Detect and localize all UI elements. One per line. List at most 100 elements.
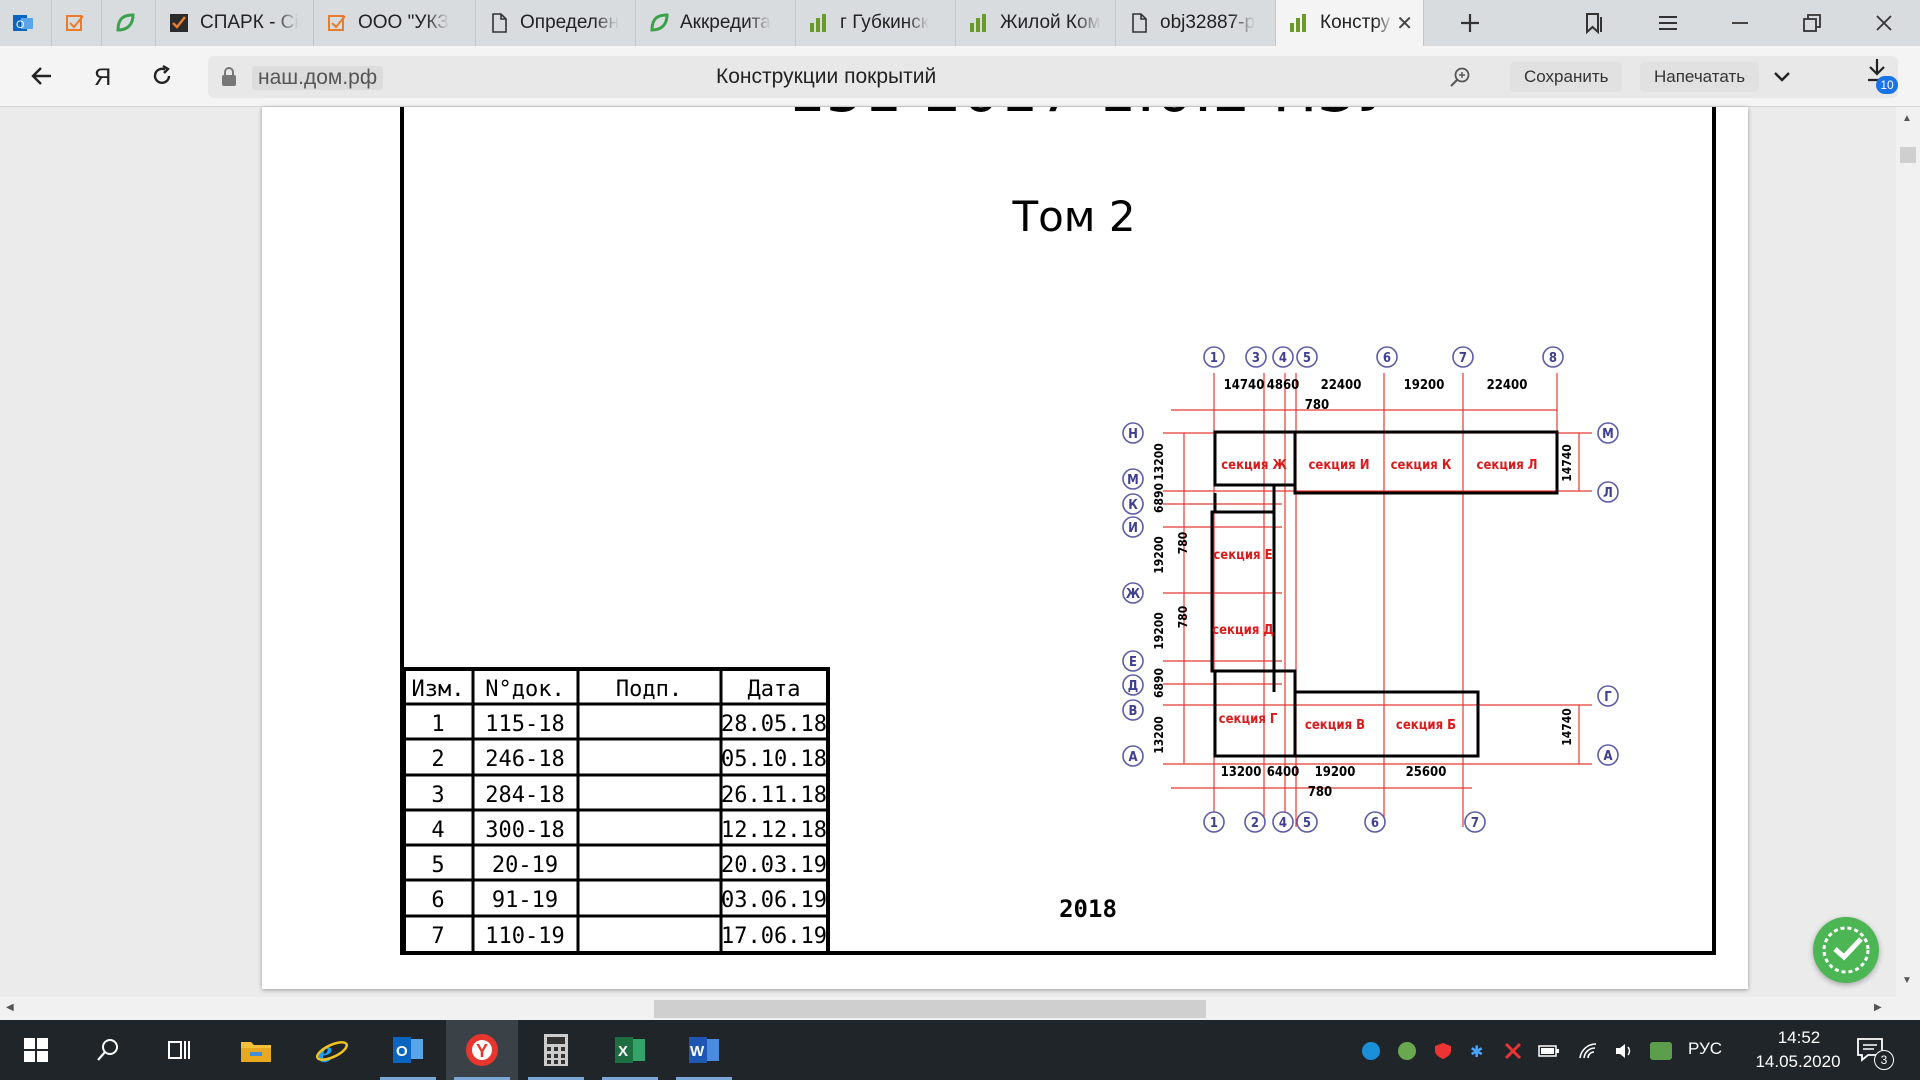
outlook-icon: O (12, 12, 34, 34)
taskbar-yandex-browser[interactable]: Y (446, 1020, 518, 1080)
tab-zhiloy[interactable]: Жилой Ком (956, 0, 1116, 46)
restore-button[interactable] (1784, 0, 1840, 46)
notifications-button[interactable]: 3 (1856, 1036, 1896, 1070)
taskbar-outlook[interactable]: O (372, 1020, 444, 1080)
axis-label: 1 (1210, 816, 1218, 831)
green-leaf-icon (114, 12, 136, 34)
tab-bar: O СПАРК - Сі ООО "УКЗ Определен Аккредит… (0, 0, 1920, 46)
tab-leaf[interactable] (102, 0, 156, 46)
kaspersky-icon[interactable] (1504, 1042, 1522, 1060)
svg-text:O: O (396, 1043, 408, 1060)
more-actions-button[interactable] (1770, 65, 1794, 94)
tab-opredelen[interactable]: Определен (476, 0, 636, 46)
close-window-button[interactable] (1856, 0, 1912, 46)
scroll-left-icon[interactable]: ◀ (6, 1002, 14, 1013)
globe-icon[interactable] (1398, 1042, 1416, 1060)
document-code: "151-2017-1.0.2-ПЗУ" (760, 107, 1420, 126)
horizontal-scroll-thumb[interactable] (654, 1000, 1206, 1018)
tab-label: г Губкинск (840, 12, 930, 33)
reload-button[interactable] (140, 54, 184, 98)
tab-obj[interactable]: obj32887-p (1116, 0, 1276, 46)
checkbox-icon (326, 12, 348, 34)
svg-text:e: e (318, 1033, 332, 1067)
axis-label: 4 (1279, 351, 1287, 366)
spark-icon (168, 12, 190, 34)
tab-label: Аккредита (680, 12, 771, 33)
sberbank-widget[interactable] (1813, 917, 1879, 983)
address-bar[interactable]: наш.дом.рф Конструкции покрытий Сохранит… (208, 56, 1898, 98)
taskbar-calculator[interactable] (520, 1020, 592, 1080)
section-label: секция В (1305, 718, 1365, 733)
tab-akkredit[interactable]: Аккредита (636, 0, 796, 46)
search-button[interactable] (72, 1020, 144, 1080)
dimension-label: 22400 (1321, 378, 1362, 393)
dimension-label: 6890 (1152, 483, 1166, 513)
yandex-home-button[interactable]: Я (80, 54, 124, 98)
table-cell: 17.06.19 (721, 924, 827, 949)
zoom-search-button[interactable] (1448, 65, 1472, 94)
table-cell: 246-18 (485, 747, 564, 772)
menu-button[interactable] (1640, 0, 1696, 46)
section-label: секция Д (1212, 623, 1274, 638)
horizontal-scrollbar[interactable]: ◀ ▶ (0, 997, 1896, 1020)
downloads-button[interactable]: 10 (1862, 56, 1902, 96)
volume-title: Том 2 (1011, 192, 1135, 241)
url-domain[interactable]: наш.дом.рф (252, 66, 384, 90)
axis-label: 1 (1210, 351, 1218, 366)
shield-icon[interactable] (1434, 1042, 1452, 1060)
taskbar-word[interactable]: W (668, 1020, 740, 1080)
axis-label: 3 (1252, 351, 1260, 366)
dimension-label: 22400 (1487, 378, 1528, 393)
axis-label: Г (1604, 690, 1612, 705)
scroll-right-icon[interactable]: ▶ (1874, 1002, 1882, 1013)
downloads-badge: 10 (1876, 76, 1898, 94)
scroll-up-icon[interactable]: ▲ (1902, 113, 1912, 124)
tab-label: Жилой Ком (1000, 12, 1101, 33)
tab-konstru-active[interactable]: Констру ✕ (1276, 0, 1424, 46)
skype-icon[interactable] (1362, 1042, 1380, 1060)
clock-time[interactable]: 14:52 (1752, 1028, 1846, 1048)
start-button[interactable] (0, 1020, 72, 1080)
pdf-viewer[interactable]: "151-2017-1.0.2-ПЗУ" Том 2 2018 Изм. N°д… (0, 107, 1920, 1020)
save-button[interactable]: Сохранить (1510, 62, 1623, 92)
vertical-scrollbar[interactable]: ▲ ▼ (1896, 107, 1920, 1020)
axis-label: И (1128, 521, 1138, 536)
language-indicator[interactable]: РУС (1688, 1039, 1722, 1059)
bar-chart-icon (1288, 12, 1310, 34)
sberbank-tray-icon[interactable] (1650, 1042, 1672, 1060)
tab-gubkinsk[interactable]: г Губкинск (796, 0, 956, 46)
bookmarks-icon (1586, 13, 1602, 35)
axis-label: Н (1128, 427, 1138, 442)
back-button[interactable] (20, 54, 64, 98)
task-view-button[interactable] (144, 1020, 216, 1080)
tab-outlook[interactable]: O (0, 0, 52, 46)
reload-icon (153, 64, 171, 85)
battery-icon[interactable] (1538, 1042, 1559, 1060)
axis-label: Д (1128, 679, 1138, 694)
windows-start-icon (24, 1038, 48, 1062)
wifi-icon[interactable] (1578, 1042, 1597, 1060)
taskbar-file-explorer[interactable] (220, 1020, 292, 1080)
new-tab-button[interactable] (1442, 0, 1498, 46)
tab-checkbox[interactable] (52, 0, 102, 46)
minimize-icon (1732, 22, 1748, 24)
volume-icon[interactable] (1614, 1042, 1632, 1060)
table-cell: 6 (431, 888, 444, 913)
taskbar-excel[interactable]: X (594, 1020, 666, 1080)
tab-spark[interactable]: СПАРК - Сі (156, 0, 314, 46)
clock-date[interactable]: 14.05.2020 (1744, 1052, 1852, 1072)
print-button[interactable]: Напечатать (1640, 62, 1760, 92)
svg-text:X: X (618, 1043, 628, 1060)
scroll-down-icon[interactable]: ▼ (1902, 975, 1912, 986)
vertical-scroll-thumb[interactable] (1900, 147, 1916, 163)
taskbar-internet-explorer[interactable]: e (296, 1020, 368, 1080)
navigation-bar: Я наш.дом.рф Конструкции покрытий Сохран… (0, 46, 1920, 107)
tab-ukz[interactable]: ООО "УКЗ (314, 0, 476, 46)
axis-label: М (1602, 427, 1614, 442)
bluetooth-icon[interactable]: ✱ (1470, 1042, 1488, 1061)
tab-label: Определен (520, 12, 619, 33)
close-tab-icon[interactable]: ✕ (1396, 11, 1413, 36)
bookmarks-button[interactable] (1566, 0, 1622, 46)
dimension-label: 19200 (1152, 536, 1166, 574)
minimize-button[interactable] (1712, 0, 1768, 46)
